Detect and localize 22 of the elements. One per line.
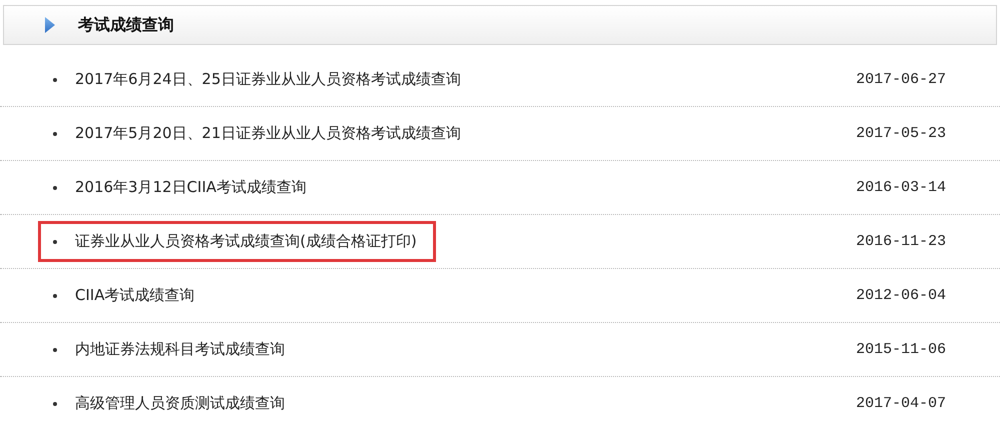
bullet-icon — [53, 240, 57, 244]
result-link[interactable]: CIIA考试成绩查询 — [75, 286, 195, 305]
result-link[interactable]: 2016年3月12日CIIA考试成绩查询 — [75, 178, 306, 197]
bullet-icon — [53, 78, 57, 82]
triangle-icon — [44, 16, 56, 34]
result-link[interactable]: 内地证券法规科目考试成绩查询 — [75, 340, 285, 359]
bullet-icon — [53, 348, 57, 352]
date-text: 2017-06-27 — [856, 71, 946, 88]
date-text: 2012-06-04 — [856, 287, 946, 304]
date-text: 2017-05-23 — [856, 125, 946, 142]
result-link[interactable]: 2017年5月20日、21日证券业从业人员资格考试成绩查询 — [75, 124, 461, 143]
date-text: 2015-11-06 — [856, 341, 946, 358]
result-link[interactable]: 2017年6月24日、25日证券业从业人员资格考试成绩查询 — [75, 70, 461, 89]
result-link[interactable]: 高级管理人员资质测试成绩查询 — [75, 394, 285, 413]
bullet-icon — [53, 186, 57, 190]
bullet-icon — [53, 402, 57, 406]
date-text: 2016-11-23 — [856, 233, 946, 250]
bullet-icon — [53, 132, 57, 136]
date-text: 2017-04-07 — [856, 395, 946, 412]
date-text: 2016-03-14 — [856, 179, 946, 196]
panel-title: 考试成绩查询 — [78, 14, 174, 36]
bullet-icon — [53, 294, 57, 298]
